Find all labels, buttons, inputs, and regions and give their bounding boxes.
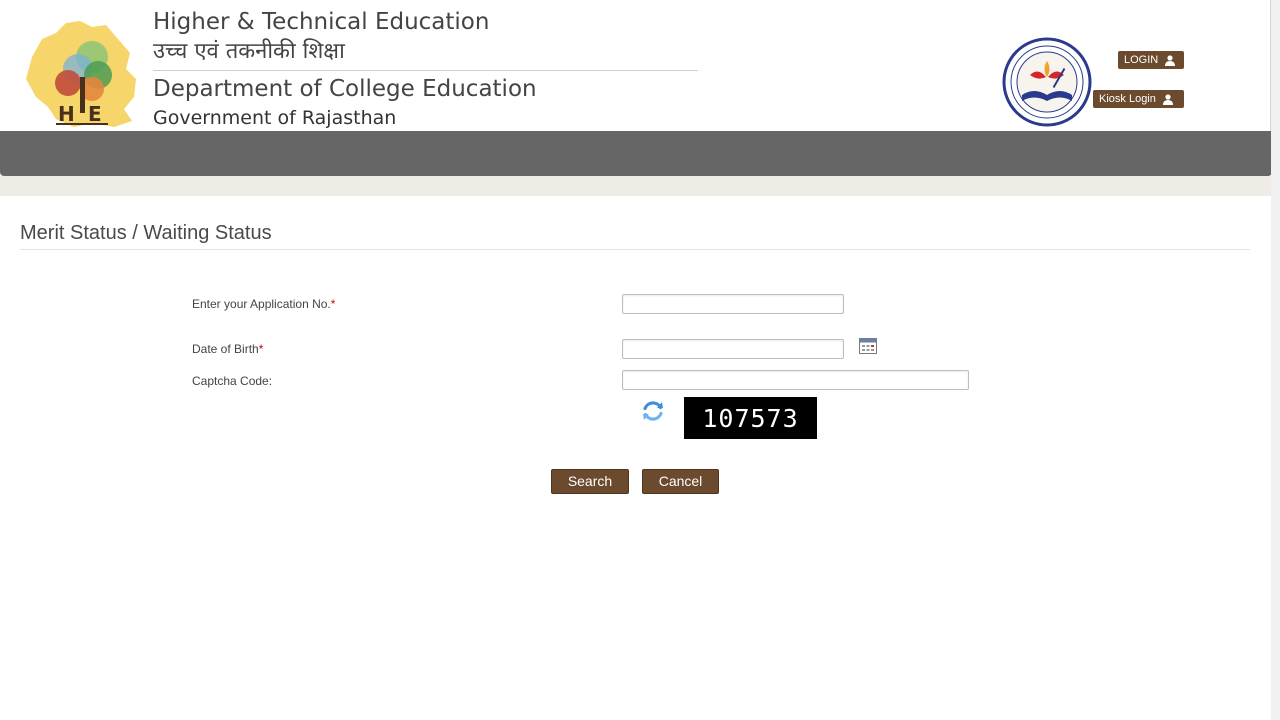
header-title-hindi: उच्च एवं तकनीकी शिक्षा — [153, 38, 698, 71]
captcha-label: Captcha Code: — [192, 374, 273, 388]
header-department: Department of College Education — [153, 76, 537, 102]
svg-text:H: H — [58, 102, 75, 126]
page-title: Merit Status / Waiting Status — [20, 222, 1250, 250]
user-icon — [1162, 94, 1173, 105]
header-titles: Higher & Technical Education उच्च एवं तक… — [153, 6, 698, 131]
sub-bar — [0, 176, 1272, 196]
page-scrollbar[interactable] — [1271, 0, 1280, 720]
kiosk-login-button[interactable]: Kiosk Login — [1093, 90, 1184, 108]
search-button[interactable]: Search — [551, 469, 629, 494]
dob-label: Date of Birth* — [192, 342, 263, 356]
refresh-captcha-icon[interactable] — [640, 398, 666, 424]
calendar-icon[interactable] — [859, 338, 877, 354]
header-government: Government of Rajasthan — [153, 107, 397, 129]
application-no-input[interactable] — [622, 294, 844, 314]
cancel-button[interactable]: Cancel — [642, 469, 719, 494]
captcha-input[interactable] — [622, 370, 969, 390]
svg-text:E: E — [88, 102, 102, 126]
application-no-label: Enter your Application No.* — [192, 297, 335, 311]
dob-label-text: Date of Birth — [192, 342, 259, 356]
user-icon — [1165, 55, 1176, 66]
required-mark: * — [330, 297, 336, 311]
login-button-label: LOGIN — [1124, 54, 1159, 66]
main-navbar — [0, 131, 1272, 176]
kiosk-login-button-label: Kiosk Login — [1099, 93, 1156, 105]
header-title-english: Higher & Technical Education — [153, 9, 490, 35]
application-no-label-text: Enter your Application No. — [192, 297, 331, 311]
college-education-seal-icon — [1002, 37, 1092, 127]
captcha-image: 107573 — [684, 397, 817, 439]
site-header: H E Higher & Technical Education उच्च एव… — [0, 0, 1271, 131]
required-mark: * — [258, 342, 264, 356]
dob-input[interactable] — [622, 339, 844, 359]
login-button[interactable]: LOGIN — [1118, 51, 1184, 69]
hte-rajasthan-logo-icon: H E — [26, 21, 136, 127]
